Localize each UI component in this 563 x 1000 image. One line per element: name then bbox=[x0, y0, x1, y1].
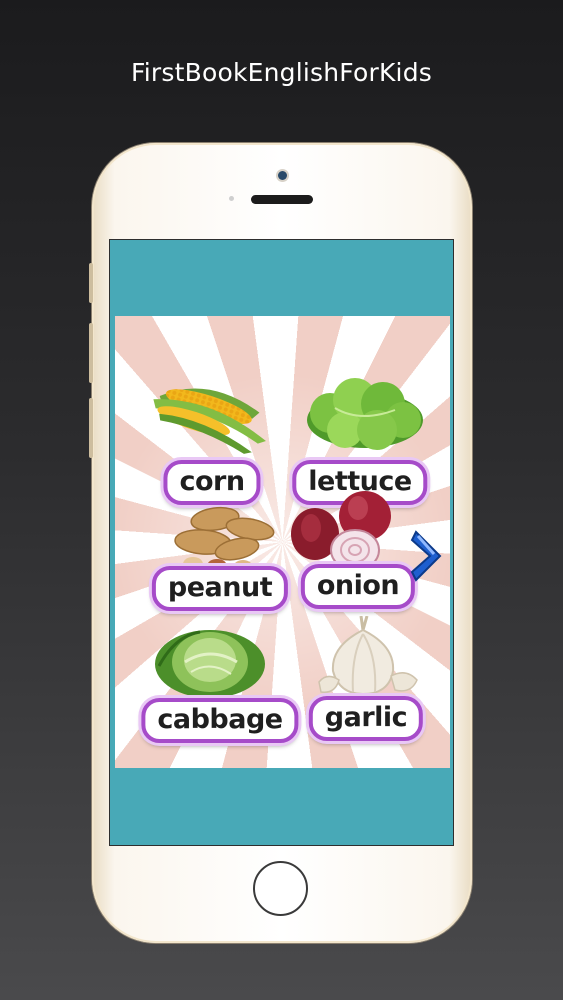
mute-switch bbox=[89, 263, 93, 303]
word-label[interactable]: cabbage bbox=[141, 698, 299, 743]
proximity-sensor bbox=[229, 196, 234, 201]
app-title: FirstBookEnglishForKids bbox=[131, 58, 432, 87]
word-label[interactable]: peanut bbox=[151, 566, 289, 611]
corn-icon bbox=[153, 388, 266, 454]
cabbage-icon bbox=[155, 630, 265, 698]
vocab-item-garlic[interactable]: garlic bbox=[291, 616, 441, 756]
chevron-right-icon[interactable] bbox=[410, 526, 448, 586]
vocab-item-corn[interactable]: corn bbox=[137, 368, 287, 508]
vocab-item-peanut[interactable]: peanut bbox=[145, 494, 295, 634]
word-label[interactable]: onion bbox=[300, 564, 416, 609]
volume-up-button bbox=[89, 323, 93, 383]
vocab-item-lettuce[interactable]: lettuce bbox=[285, 368, 435, 508]
phone-frame: corn lettuce peanut onion cabbage garlic bbox=[89, 143, 472, 943]
volume-down-button bbox=[89, 398, 93, 458]
word-label[interactable]: garlic bbox=[308, 696, 424, 741]
vocab-item-cabbage[interactable]: cabbage bbox=[141, 616, 299, 756]
app-screen: corn lettuce peanut onion cabbage garlic bbox=[109, 239, 454, 846]
earpiece-speaker bbox=[251, 195, 313, 204]
vocabulary-card: corn lettuce peanut onion cabbage garlic bbox=[115, 316, 450, 768]
home-button[interactable] bbox=[253, 861, 308, 916]
front-camera bbox=[278, 171, 287, 180]
garlic-icon bbox=[318, 616, 418, 696]
lettuce-icon bbox=[307, 378, 423, 450]
